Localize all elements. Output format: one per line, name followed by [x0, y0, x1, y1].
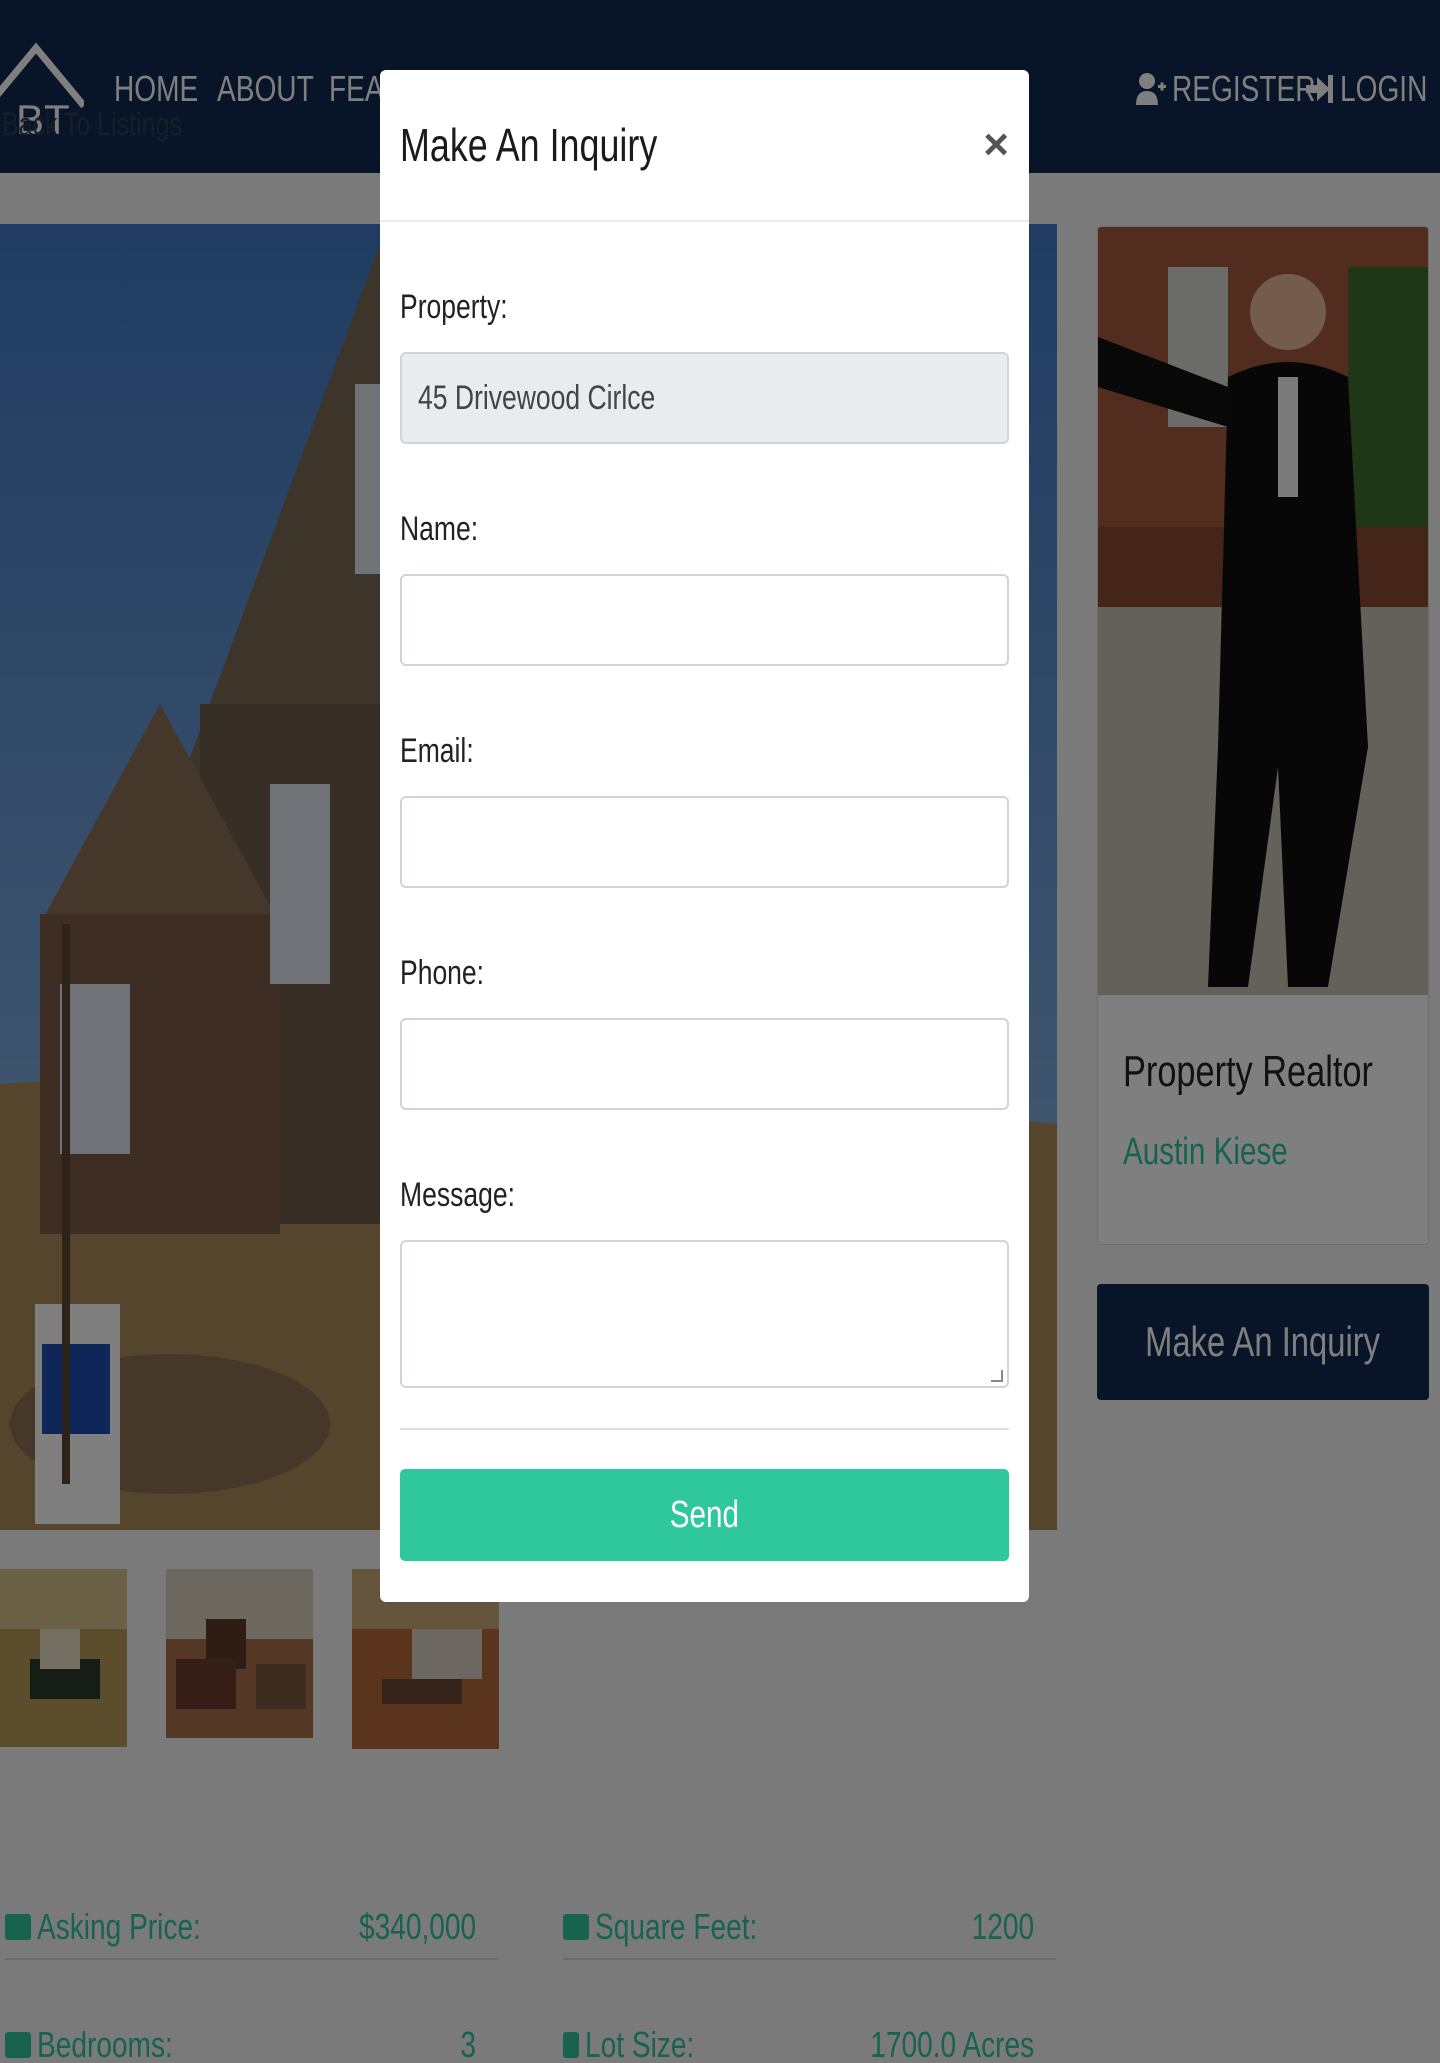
modal-header: Make An Inquiry × [380, 70, 1029, 222]
close-icon[interactable]: × [983, 120, 1009, 170]
modal-title: Make An Inquiry [400, 119, 658, 171]
modal-divider [400, 1428, 1009, 1430]
property-field: 45 Drivewood Cirlce [400, 352, 1009, 444]
message-field[interactable] [400, 1240, 1009, 1388]
email-field[interactable] [400, 796, 1009, 888]
property-label: Property: [400, 288, 508, 326]
name-label: Name: [400, 510, 479, 548]
message-label: Message: [400, 1176, 515, 1214]
inquiry-modal: Make An Inquiry × Property: 45 Drivewood… [380, 70, 1029, 1602]
phone-field[interactable] [400, 1018, 1009, 1110]
name-field[interactable] [400, 574, 1009, 666]
phone-label: Phone: [400, 954, 485, 992]
resize-handle-icon[interactable] [991, 1370, 1003, 1382]
email-label: Email: [400, 732, 474, 770]
send-button[interactable]: Send [400, 1469, 1009, 1561]
